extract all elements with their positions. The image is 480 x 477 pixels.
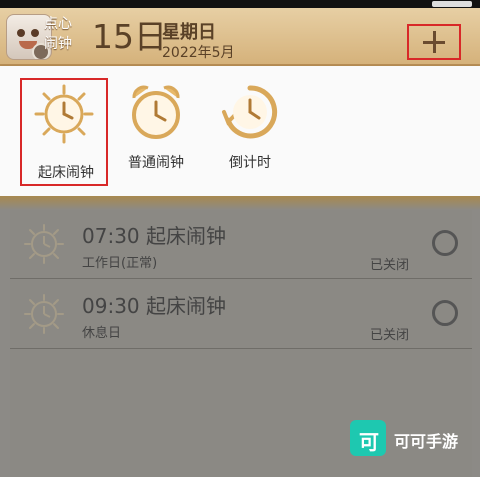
alarm-toggle[interactable] [432, 230, 458, 256]
menu-option-label: 起床闹钟 [38, 165, 94, 181]
menu-option-label: 倒计时 [229, 155, 271, 171]
menu-option-countdown[interactable]: 倒计时 [206, 74, 294, 186]
sun-clock-icon [24, 224, 64, 264]
status-icons [432, 1, 472, 7]
watermark: 可 可可手游 [350, 420, 470, 456]
menu-option-wakeup-alarm[interactable]: 起床闹钟 [20, 78, 108, 186]
alarm-time-title: 07:30 起床闹钟 [82, 220, 226, 249]
menu-option-normal-alarm[interactable]: 普通闹钟 [112, 74, 200, 186]
alarm-status: 已关闭 [370, 328, 410, 343]
sun-clock-icon [24, 294, 64, 334]
app-name-line1: 点心 [44, 16, 72, 32]
alarm-repeat: 休息日 [82, 326, 122, 341]
alarm-repeat: 工作日(正常) [82, 256, 158, 271]
alarm-name: 起床闹钟 [146, 294, 226, 318]
date-year-month: 2022年5月 [162, 45, 235, 61]
watermark-logo-icon: 可 [350, 420, 386, 456]
date-weekday: 星期日 [162, 22, 216, 43]
alarm-clock-icon [132, 85, 180, 139]
alarm-time-title: 09:30 起床闹钟 [82, 290, 226, 319]
status-bar [0, 0, 480, 8]
alarm-name: 起床闹钟 [146, 224, 226, 248]
countdown-icon [222, 85, 278, 139]
app-header: 点心 闹钟 15日 星期日 2022年5月 [0, 8, 480, 66]
date-day: 15日 [92, 17, 167, 56]
menu-option-label: 普通闹钟 [128, 155, 184, 171]
sun-clock-icon [34, 84, 94, 144]
watermark-text: 可可手游 [394, 432, 459, 451]
alarm-row[interactable]: 07:30 起床闹钟 工作日(正常) 已关闭 [10, 210, 472, 279]
add-alarm-button[interactable] [407, 24, 461, 60]
watermark-logo-char: 可 [359, 430, 379, 454]
alarm-time: 07:30 [82, 224, 140, 248]
alarm-toggle[interactable] [432, 300, 458, 326]
alarm-type-menu: 起床闹钟 普通闹钟 倒计时 [0, 66, 480, 196]
app-name-line2: 闹钟 [44, 36, 72, 52]
alarm-status: 已关闭 [370, 258, 410, 273]
alarm-row[interactable]: 09:30 起床闹钟 休息日 已关闭 [10, 280, 472, 349]
alarm-time: 09:30 [82, 294, 140, 318]
app-name: 点心 闹钟 [44, 14, 88, 54]
background-strip [0, 196, 480, 210]
